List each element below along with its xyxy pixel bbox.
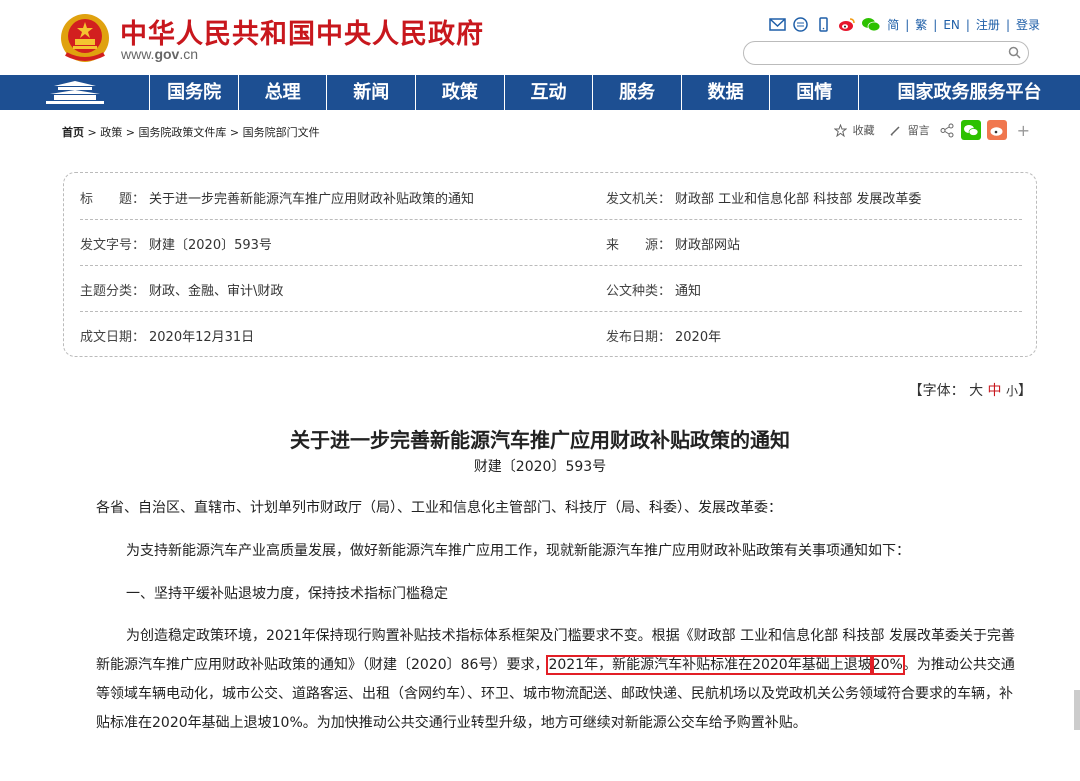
breadcrumb-department-files[interactable]: 国务院部门文件 [243,126,320,139]
meta-category-label: 主题分类： [80,284,146,299]
breadcrumb-separator: > [122,126,139,139]
weibo-share-icon[interactable] [986,120,1007,140]
meta-issuer-label: 发文机关： [606,192,672,207]
font-size-close: 】 [1018,383,1032,399]
article-docno: 财建〔2020〕593号 [473,459,607,475]
mobile-icon[interactable] [815,17,832,32]
site-url[interactable]: www.gov.cn [121,46,198,62]
breadcrumb-home[interactable]: 首页 [62,126,84,139]
simplified-chinese-link[interactable]: 简 [887,16,899,33]
register-link[interactable]: 注册 [976,16,1000,33]
meta-source: 来 源： 财政部网站 [606,234,740,253]
header-tools: 简 | 繁 | EN | 注册 | 登录 [769,16,1040,33]
tools-separator: | [905,17,910,32]
highlighted-text: 20% [869,655,905,675]
english-link[interactable]: EN [943,18,960,32]
star-icon[interactable] [833,123,847,137]
mail-icon[interactable] [769,17,786,32]
more-share-button[interactable]: + [1017,121,1030,140]
meta-docno-value: 财建〔2020〕593号 [149,238,272,253]
breadcrumb: 首页 > 政策 > 国务院政策文件库 > 国务院部门文件 [62,124,320,140]
article-paragraph: 为支持新能源汽车产业高质量发展，做好新能源汽车推广应用工作，现就新能源汽车推广应… [126,543,910,559]
wechat-share-icon[interactable] [960,120,981,140]
meta-title-value: 关于进一步完善新能源汽车推广应用财政补贴政策的通知 [149,192,475,207]
meta-type: 公文种类： 通知 [606,280,701,299]
breadcrumb-separator: > [84,126,101,139]
document-metadata: 标 题： 关于进一步完善新能源汽车推广应用财政补贴政策的通知 发文机关： 财政部 工… [63,172,1037,357]
meta-source-value: 财政部网站 [675,238,741,253]
weibo-icon[interactable] [838,17,855,32]
meta-title: 标 题： 关于进一步完善新能源汽车推广应用财政补贴政策的通知 [80,188,474,207]
site-url-prefix: www. [121,46,155,62]
breadcrumb-policy-library[interactable]: 国务院政策文件库 [138,126,226,139]
article-paragraph: 为创造稳定政策环境，2021年保持现行购置补贴技术指标体系框架及门槛要求不变。根… [96,622,1026,738]
nav-home[interactable] [0,75,151,110]
article-section-heading: 一、坚持平缓补贴退坡力度，保持技术指标门槛稳定 [126,586,448,602]
meta-issuer: 发文机关： 财政部 工业和信息化部 科技部 发展改革委 [606,188,921,207]
national-emblem-icon[interactable] [60,12,110,64]
article-title: 关于进一步完善新能源汽车推广应用财政补贴政策的通知 [290,428,790,452]
meta-created-value: 2020年12月31日 [149,330,255,345]
meta-row: 发文字号： 财建〔2020〕593号 来 源： 财政部网站 [80,219,1022,266]
meta-row: 主题分类： 财政、金融、审计\财政 公文种类： 通知 [80,265,1022,312]
article-paragraph: 各省、自治区、直辖市、计划单列市财政厅（局）、工业和信息化主管部门、科技厅（局、… [96,500,782,516]
breadcrumb-separator: > [226,126,243,139]
meta-docno-label: 发文字号： [80,238,146,253]
search-input[interactable] [754,43,1003,63]
meta-published-label: 发布日期： [606,330,672,345]
favorite-button[interactable]: 收藏 [853,122,875,138]
meta-row: 标 题： 关于进一步完善新能源汽车推广应用财政补贴政策的通知 发文机关： 财政部 工… [80,173,1022,220]
nav-item-gov-service-platform[interactable]: 国家政务服务平台 [859,75,1080,110]
tiananmen-icon [45,80,104,104]
message-icon[interactable] [792,17,809,32]
nav-item-state-council[interactable]: 国务院 [150,75,239,110]
meta-category: 主题分类： 财政、金融、审计\财政 [80,280,283,299]
traditional-chinese-link[interactable]: 繁 [915,16,927,33]
scrollbar[interactable] [1074,690,1080,730]
meta-type-value: 通知 [675,284,702,299]
comment-button[interactable]: 留言 [908,122,930,138]
font-size-switcher: 【字体： 大 中 小】 [909,380,1032,400]
meta-title-label: 标 题： [80,192,146,207]
font-size-open: 【字体： [908,383,965,399]
nav-item-policy[interactable]: 政策 [416,75,505,110]
meta-issuer-value: 财政部 工业和信息化部 科技部 发展改革委 [675,192,922,207]
login-link[interactable]: 登录 [1016,16,1040,33]
site-header: 中华人民共和国中央人民政府 www.gov.cn 简 | 繁 | EN | 注册… [0,0,1080,75]
site-url-bold: gov [154,46,180,62]
share-bar: 收藏 留言 + [833,120,1030,140]
tools-separator: | [1005,17,1010,32]
nav-item-data[interactable]: 数据 [682,75,771,110]
font-size-large[interactable]: 大 [969,383,983,399]
meta-published-value: 2020年 [675,330,722,345]
pencil-icon[interactable] [889,124,902,137]
site-url-suffix: .cn [179,46,199,62]
nav-item-interaction[interactable]: 互动 [505,75,594,110]
meta-source-label: 来 源： [606,238,672,253]
meta-category-value: 财政、金融、审计\财政 [149,284,284,299]
meta-created-label: 成文日期： [80,330,146,345]
font-size-medium[interactable]: 中 [988,383,1002,399]
search-box [743,41,1029,65]
tools-separator: | [965,17,970,32]
search-icon[interactable] [1007,45,1022,60]
meta-created: 成文日期： 2020年12月31日 [80,326,254,345]
nav-item-premier[interactable]: 总理 [239,75,328,110]
nav-item-services[interactable]: 服务 [593,75,682,110]
nav-item-news[interactable]: 新闻 [327,75,417,110]
meta-type-label: 公文种类： [606,284,672,299]
share-icon[interactable] [940,123,955,138]
breadcrumb-policy[interactable]: 政策 [100,126,122,139]
meta-docno: 发文字号： 财建〔2020〕593号 [80,234,272,253]
tools-separator: | [933,17,938,32]
wechat-icon[interactable] [861,17,881,32]
main-nav: 国务院 总理 新闻 政策 互动 服务 数据 国情 国家政务服务平台 [0,75,1080,110]
meta-row: 成文日期： 2020年12月31日 发布日期： 2020年 [80,311,1022,357]
meta-published: 发布日期： 2020年 [606,326,721,345]
font-size-small[interactable]: 小 [1006,384,1018,398]
highlighted-text: 2021年，新能源汽车补贴标准在2020年基础上退坡 [546,655,874,675]
nav-item-national-info[interactable]: 国情 [770,75,860,110]
